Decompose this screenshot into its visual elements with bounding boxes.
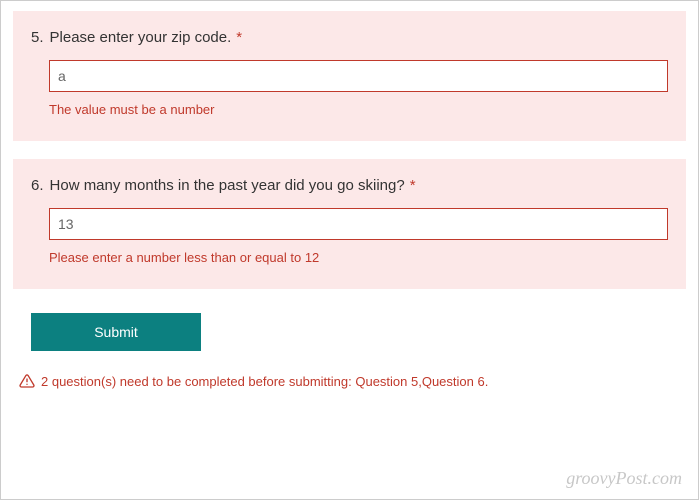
question-text: How many months in the past year did you… xyxy=(50,177,405,194)
question-number: 5. xyxy=(31,29,44,46)
question-label: 6. How many months in the past year did … xyxy=(31,177,668,194)
question-text: Please enter your zip code. xyxy=(50,29,232,46)
submit-button[interactable]: Submit xyxy=(31,313,201,351)
watermark: groovyPost.com xyxy=(566,468,682,489)
zip-code-input[interactable] xyxy=(49,60,668,92)
question-label: 5. Please enter your zip code. * xyxy=(31,29,668,46)
warning-icon xyxy=(19,373,35,389)
validation-error: The value must be a number xyxy=(49,102,668,117)
question-block-6: 6. How many months in the past year did … xyxy=(13,159,686,289)
question-block-5: 5. Please enter your zip code. * The val… xyxy=(13,11,686,141)
question-number: 6. xyxy=(31,177,44,194)
validation-error: Please enter a number less than or equal… xyxy=(49,250,668,265)
skiing-months-input[interactable] xyxy=(49,208,668,240)
required-indicator: * xyxy=(410,177,416,194)
footer-error-text: 2 question(s) need to be completed befor… xyxy=(41,374,488,389)
form-footer-error: 2 question(s) need to be completed befor… xyxy=(19,373,686,389)
input-wrapper xyxy=(49,60,668,92)
input-wrapper xyxy=(49,208,668,240)
required-indicator: * xyxy=(236,29,242,46)
